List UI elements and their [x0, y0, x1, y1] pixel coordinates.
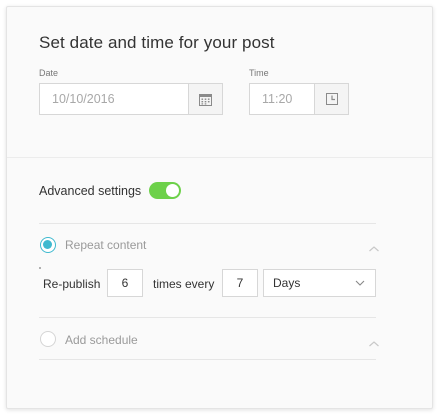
schedule-dialog: Set date and time for your post Date 10/… [6, 6, 433, 409]
date-input[interactable]: 10/10/2016 [40, 84, 188, 114]
dialog-title: Set date and time for your post [39, 33, 275, 52]
date-label: Date [39, 68, 59, 78]
divider-middle [39, 317, 376, 318]
chevron-down-icon [355, 280, 365, 286]
republish-label: Re-publish [43, 277, 101, 291]
interval-unit-select[interactable]: Days [263, 269, 376, 297]
calendar-icon [199, 93, 212, 106]
time-picker-button[interactable] [314, 84, 348, 114]
section-divider [7, 157, 432, 158]
interval-unit-value: Days [273, 276, 301, 290]
divider-top [39, 223, 376, 224]
advanced-settings-toggle[interactable] [149, 182, 181, 199]
bullet-dot [39, 267, 41, 269]
date-picker-button[interactable] [188, 84, 222, 114]
chevron-up-icon[interactable] [368, 340, 380, 348]
add-schedule-radio[interactable] [40, 331, 56, 347]
interval-input[interactable]: 7 [222, 269, 258, 297]
toggle-knob [166, 184, 179, 197]
chevron-up-icon[interactable] [368, 245, 380, 253]
date-field[interactable]: 10/10/2016 [39, 83, 223, 115]
times-every-label: times every [153, 277, 215, 291]
advanced-settings-label: Advanced settings [39, 184, 142, 198]
time-field[interactable]: 11:20 [249, 83, 349, 115]
time-input[interactable]: 11:20 [250, 84, 314, 114]
republish-times-input[interactable]: 6 [107, 269, 143, 297]
repeat-content-radio[interactable] [40, 237, 56, 253]
clock-icon [325, 93, 338, 105]
time-label: Time [249, 68, 269, 78]
add-schedule-label[interactable]: Add schedule [65, 333, 138, 347]
divider-bottom [39, 359, 376, 360]
repeat-content-label[interactable]: Repeat content [65, 238, 146, 252]
